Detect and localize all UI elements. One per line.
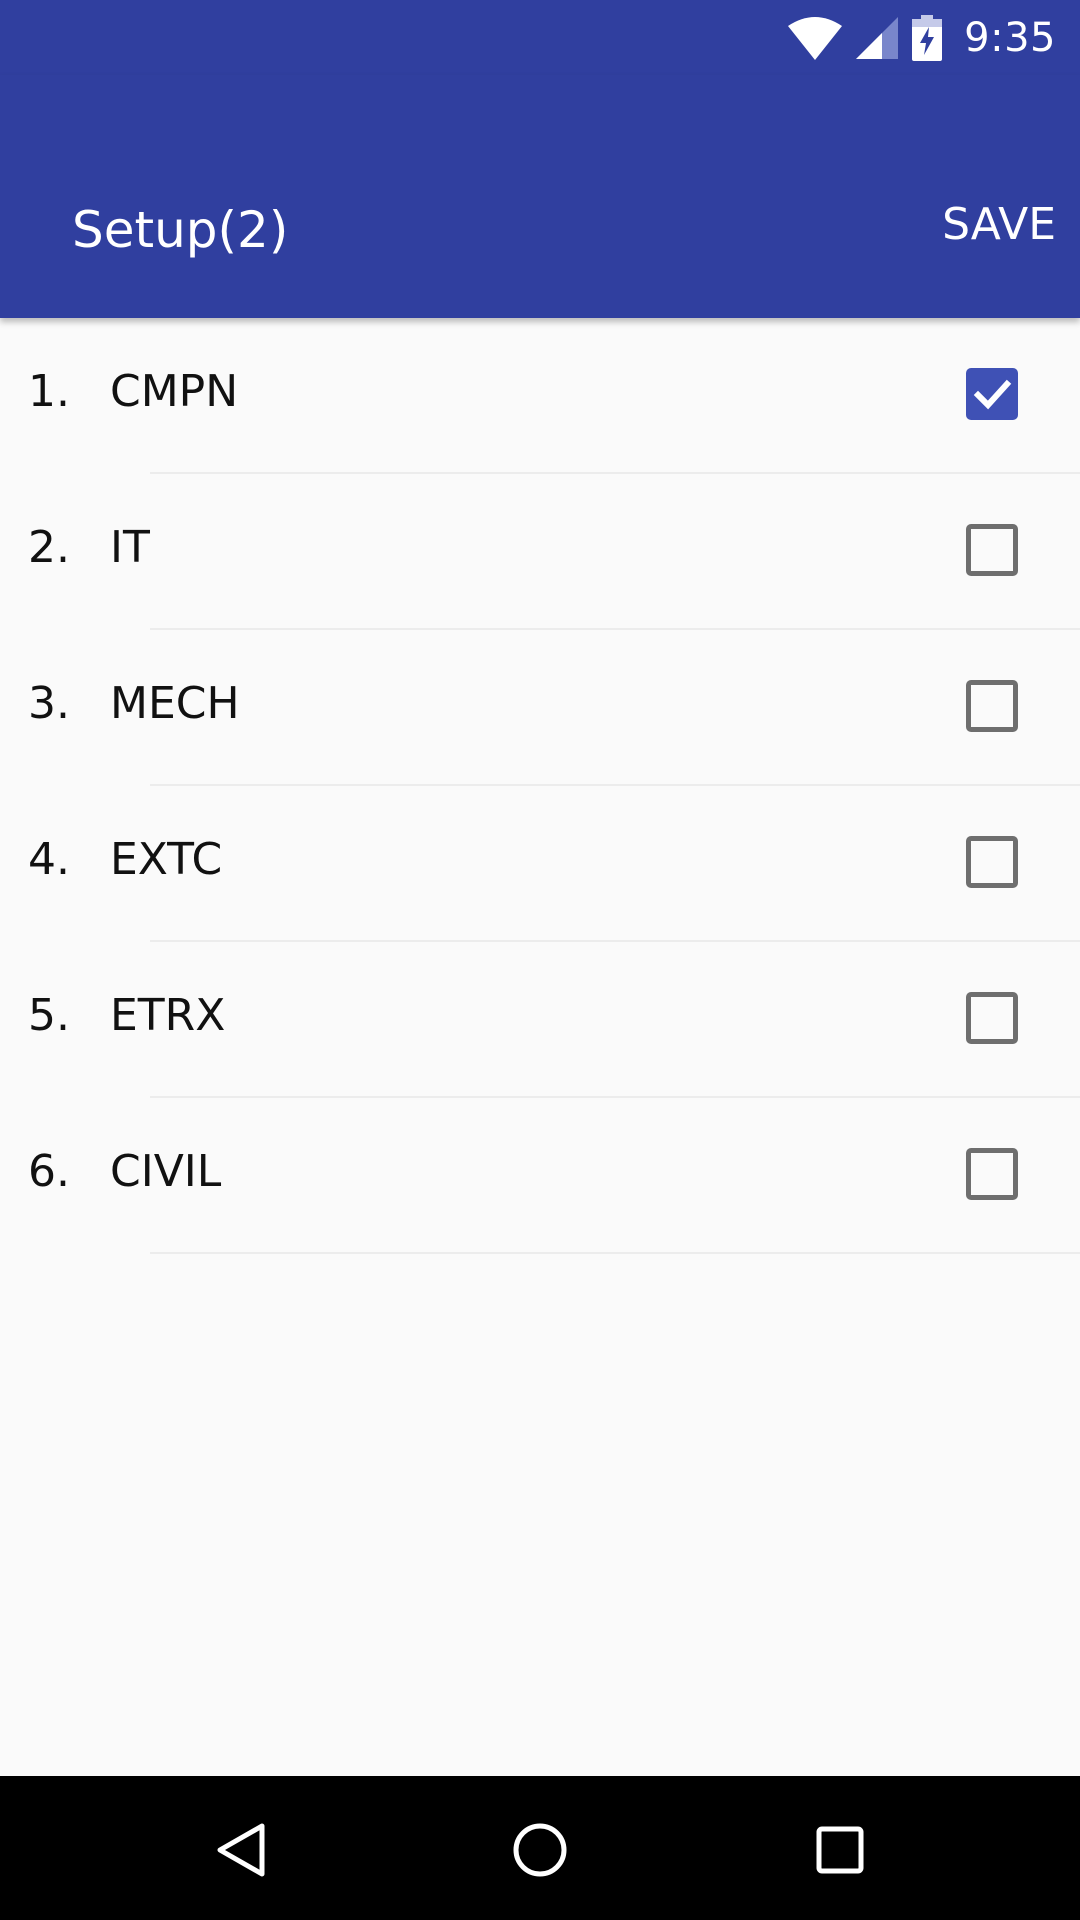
department-list: 1. CMPN 2. IT 3. MECH 4. EXTC 5. ETRX 6.… xyxy=(0,318,1080,1254)
item-label: ETRX xyxy=(110,990,226,1041)
list-item[interactable]: 1. CMPN xyxy=(0,318,1080,474)
item-label: CIVIL xyxy=(110,1146,222,1197)
list-item[interactable]: 3. MECH xyxy=(0,630,1080,786)
back-icon[interactable] xyxy=(210,1820,270,1880)
save-button[interactable]: SAVE xyxy=(942,203,1056,247)
item-label: EXTC xyxy=(110,834,223,885)
status-time: 9:35 xyxy=(964,14,1056,61)
page-title: Setup(2) xyxy=(72,201,289,259)
wifi-icon xyxy=(788,16,843,60)
battery-charging-icon xyxy=(912,14,943,61)
screen: 9:35 Setup(2) SAVE 1. CMPN 2. IT 3. MECH… xyxy=(0,0,1080,1920)
checkbox-unchecked[interactable] xyxy=(966,836,1018,888)
divider xyxy=(150,1252,1080,1254)
checkbox-unchecked[interactable] xyxy=(966,1148,1018,1200)
item-label: CMPN xyxy=(110,366,239,417)
item-number: 1. xyxy=(28,366,70,417)
navigation-bar xyxy=(0,1776,1080,1920)
checkmark-icon xyxy=(973,379,1012,410)
checkbox-unchecked[interactable] xyxy=(966,680,1018,732)
list-item[interactable]: 6. CIVIL xyxy=(0,1098,1080,1254)
cell-signal-icon xyxy=(856,16,899,59)
list-item[interactable]: 5. ETRX xyxy=(0,942,1080,1098)
toolbar: Setup(2) SAVE xyxy=(0,75,1080,318)
home-icon[interactable] xyxy=(510,1820,570,1880)
list-item[interactable]: 2. IT xyxy=(0,474,1080,630)
checkbox-unchecked[interactable] xyxy=(966,524,1018,576)
checkbox-checked[interactable] xyxy=(966,368,1018,420)
item-number: 2. xyxy=(28,522,70,573)
item-number: 4. xyxy=(28,834,70,885)
item-number: 5. xyxy=(28,990,70,1041)
recents-icon[interactable] xyxy=(810,1820,870,1880)
status-bar: 9:35 xyxy=(0,0,1080,75)
item-label: IT xyxy=(110,522,150,573)
item-label: MECH xyxy=(110,678,240,729)
list-item[interactable]: 4. EXTC xyxy=(0,786,1080,942)
status-icons: 9:35 xyxy=(788,0,1056,75)
item-number: 3. xyxy=(28,678,70,729)
checkbox-unchecked[interactable] xyxy=(966,992,1018,1044)
item-number: 6. xyxy=(28,1146,70,1197)
